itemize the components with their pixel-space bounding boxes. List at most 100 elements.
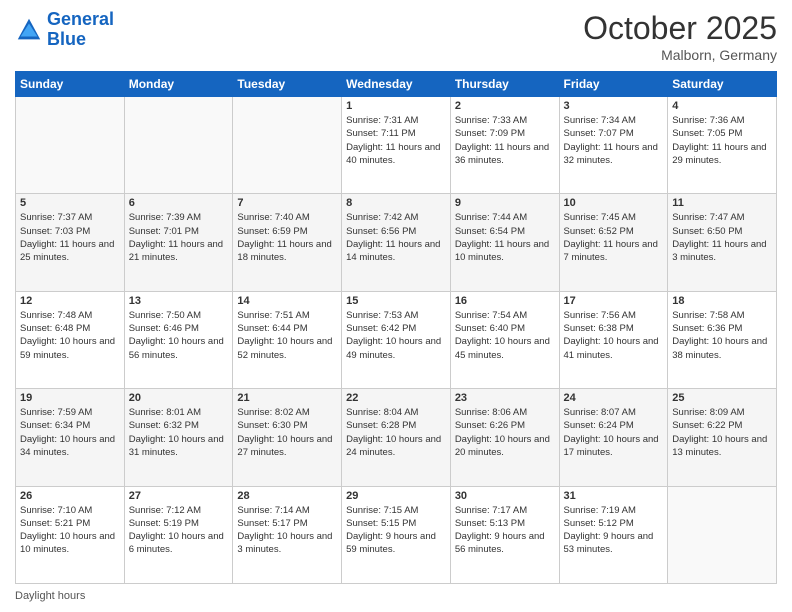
calendar-week-row: 5Sunrise: 7:37 AM Sunset: 7:03 PM Daylig… bbox=[16, 194, 777, 291]
day-info: Sunrise: 7:14 AM Sunset: 5:17 PM Dayligh… bbox=[237, 504, 337, 557]
day-number: 23 bbox=[455, 392, 555, 404]
day-info: Sunrise: 7:17 AM Sunset: 5:13 PM Dayligh… bbox=[455, 504, 555, 557]
day-info: Sunrise: 7:44 AM Sunset: 6:54 PM Dayligh… bbox=[455, 211, 555, 264]
day-number: 30 bbox=[455, 490, 555, 502]
day-info: Sunrise: 7:40 AM Sunset: 6:59 PM Dayligh… bbox=[237, 211, 337, 264]
day-info: Sunrise: 7:37 AM Sunset: 7:03 PM Dayligh… bbox=[20, 211, 120, 264]
day-number: 12 bbox=[20, 295, 120, 307]
day-info: Sunrise: 7:59 AM Sunset: 6:34 PM Dayligh… bbox=[20, 406, 120, 459]
month-title: October 2025 bbox=[583, 10, 777, 47]
table-row: 19 Sunrise: 7:59 AM Sunset: 6:34 PM Dayli… bbox=[16, 389, 125, 486]
day-number: 16 bbox=[455, 295, 555, 307]
table-row: 23 Sunrise: 8:06 AM Sunset: 6:26 PM Dayli… bbox=[450, 389, 559, 486]
day-number: 2 bbox=[455, 100, 555, 112]
col-thursday: Thursday bbox=[450, 72, 559, 97]
day-info: Sunrise: 7:48 AM Sunset: 6:48 PM Dayligh… bbox=[20, 309, 120, 362]
table-row: 3 Sunrise: 7:34 AM Sunset: 7:07 PM Daylig… bbox=[559, 97, 668, 194]
table-row: 2 Sunrise: 7:33 AM Sunset: 7:09 PM Daylig… bbox=[450, 97, 559, 194]
table-row: 12 Sunrise: 7:48 AM Sunset: 6:48 PM Dayli… bbox=[16, 291, 125, 388]
table-row: 7Sunrise: 7:40 AM Sunset: 6:59 PM Daylig… bbox=[233, 194, 342, 291]
day-info: Sunrise: 7:42 AM Sunset: 6:56 PM Dayligh… bbox=[346, 211, 446, 264]
day-info: Sunrise: 7:45 AM Sunset: 6:52 PM Dayligh… bbox=[564, 211, 664, 264]
table-row bbox=[233, 97, 342, 194]
table-row: 25Sunrise: 8:09 AM Sunset: 6:22 PM Dayli… bbox=[668, 389, 777, 486]
col-saturday: Saturday bbox=[668, 72, 777, 97]
day-number: 19 bbox=[20, 392, 120, 404]
calendar-week-row: 1 Sunrise: 7:31 AM Sunset: 7:11 PM Daylig… bbox=[16, 97, 777, 194]
table-row: 22Sunrise: 8:04 AM Sunset: 6:28 PM Dayli… bbox=[342, 389, 451, 486]
header: General Blue October 2025 Malborn, Germa… bbox=[15, 10, 777, 63]
day-info: Sunrise: 7:56 AM Sunset: 6:38 PM Dayligh… bbox=[564, 309, 664, 362]
day-info: Sunrise: 7:34 AM Sunset: 7:07 PM Dayligh… bbox=[564, 114, 664, 167]
table-row: 29Sunrise: 7:15 AM Sunset: 5:15 PM Dayli… bbox=[342, 486, 451, 583]
day-number: 3 bbox=[564, 100, 664, 112]
day-info: Sunrise: 8:02 AM Sunset: 6:30 PM Dayligh… bbox=[237, 406, 337, 459]
table-row: 6Sunrise: 7:39 AM Sunset: 7:01 PM Daylig… bbox=[124, 194, 233, 291]
day-info: Sunrise: 7:36 AM Sunset: 7:05 PM Dayligh… bbox=[672, 114, 772, 167]
table-row: 5Sunrise: 7:37 AM Sunset: 7:03 PM Daylig… bbox=[16, 194, 125, 291]
day-info: Sunrise: 7:54 AM Sunset: 6:40 PM Dayligh… bbox=[455, 309, 555, 362]
day-info: Sunrise: 7:31 AM Sunset: 7:11 PM Dayligh… bbox=[346, 114, 446, 167]
day-number: 14 bbox=[237, 295, 337, 307]
day-info: Sunrise: 7:19 AM Sunset: 5:12 PM Dayligh… bbox=[564, 504, 664, 557]
calendar-header-row: Sunday Monday Tuesday Wednesday Thursday… bbox=[16, 72, 777, 97]
table-row: 14 Sunrise: 7:51 AM Sunset: 6:44 PM Dayli… bbox=[233, 291, 342, 388]
day-number: 15 bbox=[346, 295, 446, 307]
day-number: 13 bbox=[129, 295, 229, 307]
footer: Daylight hours bbox=[15, 590, 777, 602]
day-info: Sunrise: 7:10 AM Sunset: 5:21 PM Dayligh… bbox=[20, 504, 120, 557]
logo-text: General Blue bbox=[47, 10, 114, 50]
day-number: 25 bbox=[672, 392, 772, 404]
day-number: 9 bbox=[455, 197, 555, 209]
table-row bbox=[668, 486, 777, 583]
day-number: 1 bbox=[346, 100, 446, 112]
table-row: 16 Sunrise: 7:54 AM Sunset: 6:40 PM Dayli… bbox=[450, 291, 559, 388]
table-row: 26 Sunrise: 7:10 AM Sunset: 5:21 PM Dayli… bbox=[16, 486, 125, 583]
day-number: 10 bbox=[564, 197, 664, 209]
day-number: 11 bbox=[672, 197, 772, 209]
table-row: 27 Sunrise: 7:12 AM Sunset: 5:19 PM Dayli… bbox=[124, 486, 233, 583]
day-number: 31 bbox=[564, 490, 664, 502]
table-row: 31 Sunrise: 7:19 AM Sunset: 5:12 PM Dayli… bbox=[559, 486, 668, 583]
table-row: 17Sunrise: 7:56 AM Sunset: 6:38 PM Dayli… bbox=[559, 291, 668, 388]
day-info: Sunrise: 8:06 AM Sunset: 6:26 PM Dayligh… bbox=[455, 406, 555, 459]
location: Malborn, Germany bbox=[583, 47, 777, 63]
day-info: Sunrise: 8:04 AM Sunset: 6:28 PM Dayligh… bbox=[346, 406, 446, 459]
table-row: 8Sunrise: 7:42 AM Sunset: 6:56 PM Daylig… bbox=[342, 194, 451, 291]
footer-text: Daylight hours bbox=[15, 590, 85, 602]
day-number: 6 bbox=[129, 197, 229, 209]
day-info: Sunrise: 7:12 AM Sunset: 5:19 PM Dayligh… bbox=[129, 504, 229, 557]
logo: General Blue bbox=[15, 10, 114, 50]
table-row: 18 Sunrise: 7:58 AM Sunset: 6:36 PM Dayli… bbox=[668, 291, 777, 388]
logo-icon bbox=[15, 16, 43, 44]
col-monday: Monday bbox=[124, 72, 233, 97]
calendar-table: Sunday Monday Tuesday Wednesday Thursday… bbox=[15, 71, 777, 584]
table-row bbox=[16, 97, 125, 194]
col-sunday: Sunday bbox=[16, 72, 125, 97]
day-number: 28 bbox=[237, 490, 337, 502]
table-row: 9 Sunrise: 7:44 AM Sunset: 6:54 PM Daylig… bbox=[450, 194, 559, 291]
col-tuesday: Tuesday bbox=[233, 72, 342, 97]
day-info: Sunrise: 8:01 AM Sunset: 6:32 PM Dayligh… bbox=[129, 406, 229, 459]
calendar-week-row: 19 Sunrise: 7:59 AM Sunset: 6:34 PM Dayli… bbox=[16, 389, 777, 486]
table-row bbox=[124, 97, 233, 194]
day-number: 26 bbox=[20, 490, 120, 502]
day-info: Sunrise: 7:50 AM Sunset: 6:46 PM Dayligh… bbox=[129, 309, 229, 362]
table-row: 20Sunrise: 8:01 AM Sunset: 6:32 PM Dayli… bbox=[124, 389, 233, 486]
table-row: 28 Sunrise: 7:14 AM Sunset: 5:17 PM Dayli… bbox=[233, 486, 342, 583]
day-info: Sunrise: 7:58 AM Sunset: 6:36 PM Dayligh… bbox=[672, 309, 772, 362]
table-row: 30 Sunrise: 7:17 AM Sunset: 5:13 PM Dayli… bbox=[450, 486, 559, 583]
day-number: 27 bbox=[129, 490, 229, 502]
day-info: Sunrise: 7:47 AM Sunset: 6:50 PM Dayligh… bbox=[672, 211, 772, 264]
table-row: 13 Sunrise: 7:50 AM Sunset: 6:46 PM Dayli… bbox=[124, 291, 233, 388]
title-block: October 2025 Malborn, Germany bbox=[583, 10, 777, 63]
calendar-week-row: 12 Sunrise: 7:48 AM Sunset: 6:48 PM Dayli… bbox=[16, 291, 777, 388]
day-info: Sunrise: 7:15 AM Sunset: 5:15 PM Dayligh… bbox=[346, 504, 446, 557]
day-info: Sunrise: 8:07 AM Sunset: 6:24 PM Dayligh… bbox=[564, 406, 664, 459]
table-row: 24 Sunrise: 8:07 AM Sunset: 6:24 PM Dayli… bbox=[559, 389, 668, 486]
day-number: 24 bbox=[564, 392, 664, 404]
day-info: Sunrise: 7:33 AM Sunset: 7:09 PM Dayligh… bbox=[455, 114, 555, 167]
day-number: 18 bbox=[672, 295, 772, 307]
table-row: 10 Sunrise: 7:45 AM Sunset: 6:52 PM Dayli… bbox=[559, 194, 668, 291]
day-info: Sunrise: 7:51 AM Sunset: 6:44 PM Dayligh… bbox=[237, 309, 337, 362]
